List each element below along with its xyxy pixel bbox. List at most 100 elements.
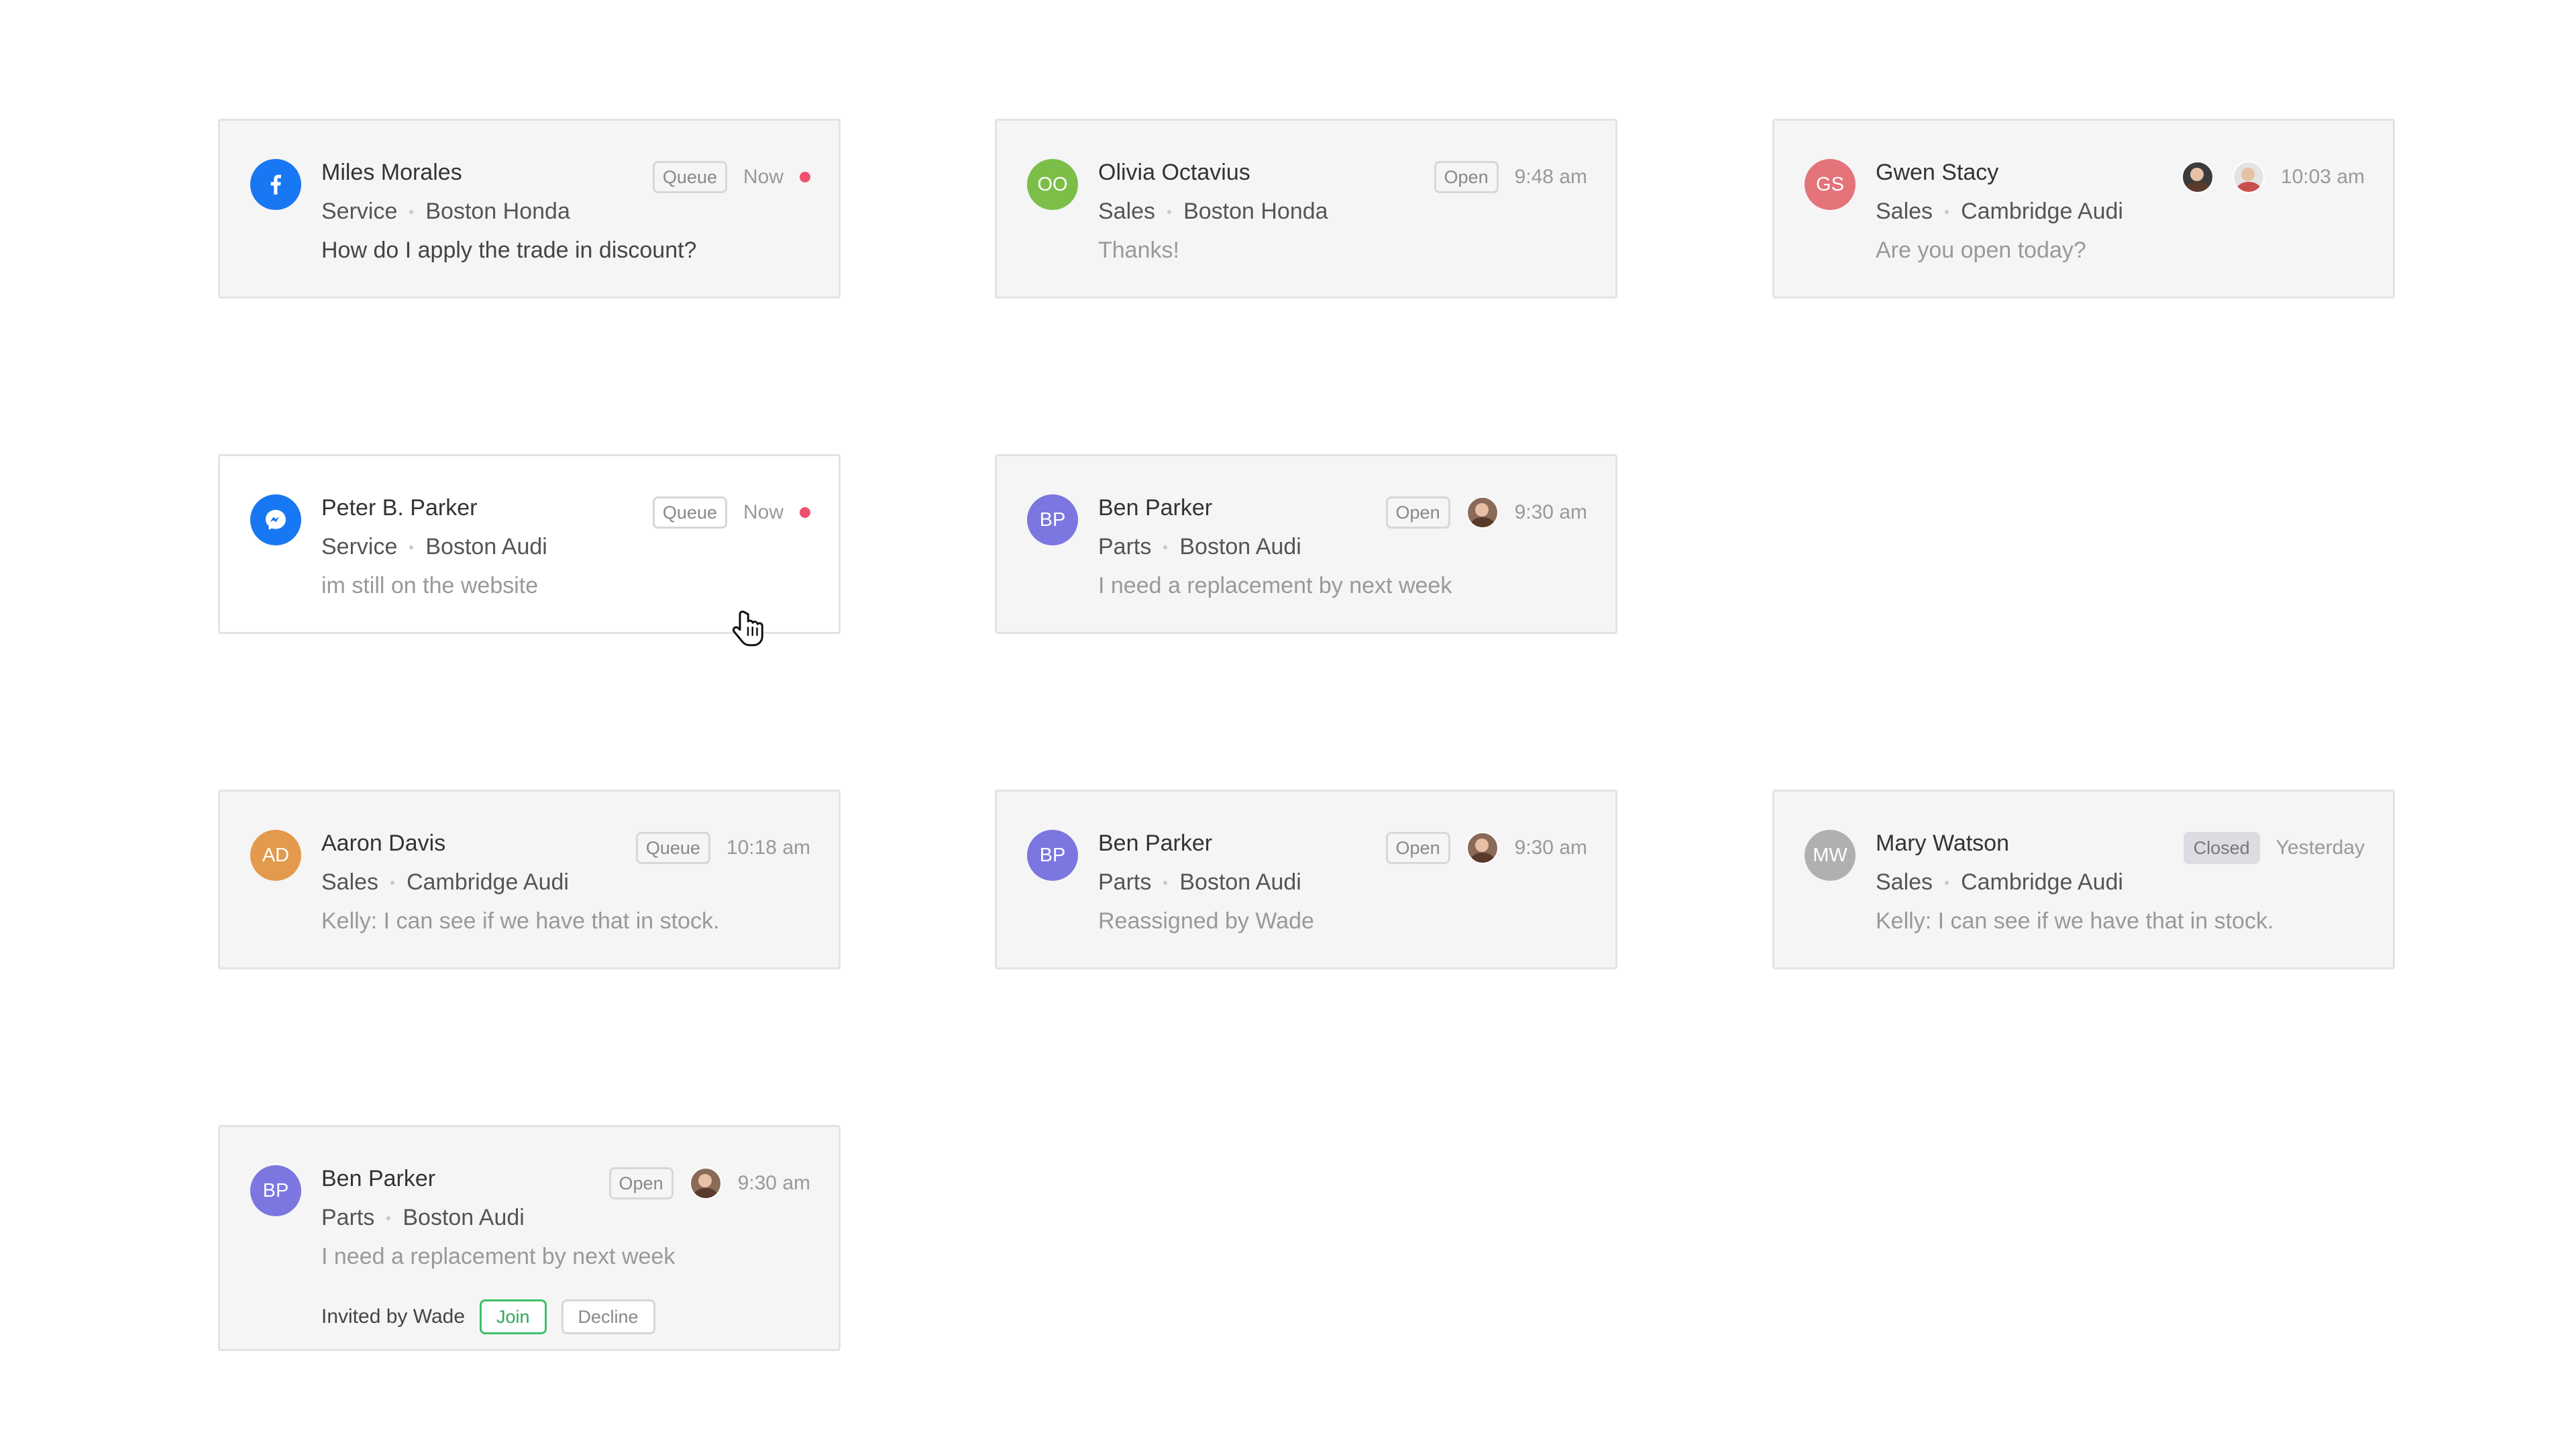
location: Cambridge Audi [1961,199,2123,224]
card-status: Open 9:30 am [1385,830,1587,865]
message-preview: im still on the website [321,573,539,598]
department: Parts [321,1205,375,1230]
decline-button[interactable]: Decline [561,1299,655,1334]
timestamp: 10:18 am [726,837,810,859]
agent-avatar [1466,496,1499,529]
assigned-agents [2181,161,2265,193]
conversation-card[interactable]: GS Gwen Stacy Sales Cambridge Audi Are y… [1772,119,2395,299]
avatar: BP [1027,494,1078,545]
agent-avatar [689,1167,722,1199]
message-preview: Reassigned by Wade [1098,908,1314,934]
timestamp: 9:30 am [1514,837,1587,859]
location: Boston Audi [402,1205,525,1230]
card-status: Queue 10:18 am [635,830,810,865]
agent-avatar [2232,161,2265,193]
department: Parts [1098,534,1152,559]
hand-cursor-icon [733,610,763,647]
timestamp: Now [743,166,784,188]
separator-dot [1167,209,1172,214]
message-preview: Thanks! [1098,237,1179,263]
message-preview: How do I apply the trade in discount? [321,237,697,263]
conversation-card[interactable]: AD Aaron Davis Sales Cambridge Audi Kell… [218,790,841,969]
avatar: AD [250,830,301,881]
contact-meta: Service Boston Honda [321,199,570,225]
location: Cambridge Audi [1961,869,2123,895]
contact-name: Olivia Octavius [1098,160,1250,185]
message-preview: Kelly: I can see if we have that in stoc… [1876,908,2274,934]
avatar: BP [250,1165,301,1216]
separator-dot [409,545,414,549]
contact-meta: Parts Boston Audi [1098,534,1301,560]
location: Boston Audi [1179,534,1301,559]
avatar-initials: MW [1813,844,1847,866]
avatar: MW [1805,830,1856,881]
contact-name: Gwen Stacy [1876,160,1999,185]
contact-meta: Sales Cambridge Audi [321,869,569,896]
status-badge: Open [608,1167,674,1199]
department: Service [321,199,398,224]
status-badge: Queue [635,832,710,864]
facebook-icon [250,159,301,210]
invite-row: Invited by Wade Join Decline [321,1299,655,1334]
unread-dot [800,172,810,182]
agent-avatar [1466,832,1499,864]
contact-name: Mary Watson [1876,830,2010,856]
timestamp: 9:30 am [1514,501,1587,523]
avatar-initials: BP [1039,508,1066,531]
invite-text: Invited by Wade [321,1305,465,1328]
conversation-card[interactable]: BP Ben Parker Parts Boston Audi Reassign… [995,790,1617,969]
conversation-card[interactable]: Peter B. Parker Service Boston Audi im s… [218,454,841,634]
message-preview: Kelly: I can see if we have that in stoc… [321,908,720,934]
card-status: Open 9:30 am [608,1166,810,1201]
contact-meta: Parts Boston Audi [1098,869,1301,896]
contact-name: Aaron Davis [321,830,446,856]
contact-name: Ben Parker [321,1166,436,1191]
department: Sales [1876,869,1933,895]
card-status: Closed Yesterday [2183,830,2365,865]
contact-meta: Service Boston Audi [321,534,547,560]
contact-name: Ben Parker [1098,830,1213,856]
department: Sales [1876,199,1933,224]
conversation-card[interactable]: BP Ben Parker Parts Boston Audi I need a… [995,454,1617,634]
agent-avatar [2181,161,2214,193]
card-status: 10:03 am [2181,160,2365,195]
card-status: Open 9:30 am [1385,495,1587,530]
status-badge: Queue [652,161,727,193]
location: Boston Honda [1183,199,1328,224]
timestamp: Yesterday [2275,837,2365,859]
conversation-card[interactable]: BP Ben Parker Parts Boston Audi I need a… [218,1125,841,1351]
timestamp: 10:03 am [2280,166,2365,188]
avatar-initials: BP [262,1179,289,1201]
separator-dot [390,880,395,885]
avatar-initials: GS [1816,173,1844,195]
message-preview: Are you open today? [1876,237,2086,263]
separator-dot [1163,880,1168,885]
location: Boston Audi [425,534,547,559]
timestamp: 9:30 am [737,1172,810,1194]
card-status: Open 9:48 am [1434,160,1587,195]
contact-meta: Sales Cambridge Audi [1876,199,2123,225]
contact-name: Miles Morales [321,160,462,185]
department: Sales [1098,199,1156,224]
join-button[interactable]: Join [480,1299,547,1334]
department: Service [321,534,398,559]
conversation-card[interactable]: MW Mary Watson Sales Cambridge Audi Kell… [1772,790,2395,969]
avatar-initials: AD [262,844,290,866]
location: Boston Audi [1179,869,1301,895]
department: Sales [321,869,379,895]
conversation-card[interactable]: OO Olivia Octavius Sales Boston Honda Th… [995,119,1617,299]
message-preview: I need a replacement by next week [321,1244,676,1269]
avatar-initials: OO [1037,173,1068,195]
status-badge: Queue [652,496,727,529]
messenger-icon [250,494,301,545]
contact-name: Peter B. Parker [321,495,478,521]
location: Boston Honda [425,199,570,224]
separator-dot [409,209,414,214]
conversation-card[interactable]: Miles Morales Service Boston Honda How d… [218,119,841,299]
status-badge: Open [1385,832,1450,864]
unread-dot [800,507,810,518]
separator-dot [1163,545,1168,549]
status-badge: Closed [2183,832,2260,864]
contact-meta: Sales Boston Honda [1098,199,1328,225]
avatar: GS [1805,159,1856,210]
